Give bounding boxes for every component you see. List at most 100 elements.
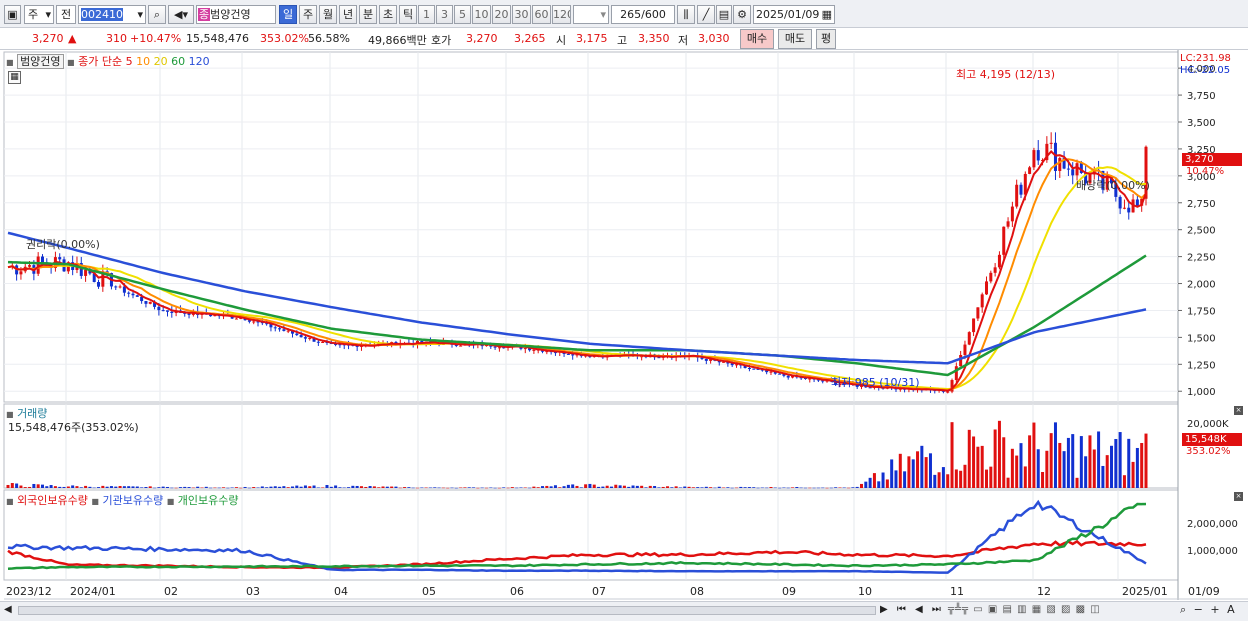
volume-bar	[674, 486, 678, 488]
interval-10[interactable]: 10	[472, 5, 491, 24]
volume-bar	[765, 487, 769, 489]
volume-bar	[747, 487, 751, 488]
y-tick-label: 3,750	[1187, 91, 1216, 102]
volume-bar	[1114, 439, 1118, 488]
candle-body	[303, 337, 307, 339]
speaker-icon[interactable]: ◀▾	[168, 5, 194, 24]
date-field[interactable]: 2025/01/09 ▦	[753, 5, 835, 24]
custom-interval-select[interactable]: ▾	[573, 5, 609, 24]
volume-bar	[657, 487, 661, 488]
period-tick[interactable]: 틱	[399, 5, 417, 24]
volume-bar	[881, 472, 885, 488]
candle-body	[135, 295, 139, 297]
candle-body	[161, 310, 165, 312]
volume-bar	[1058, 442, 1062, 488]
search-icon[interactable]: ⌕	[148, 5, 166, 24]
volume-bar	[928, 453, 932, 488]
interval-20[interactable]: 20	[492, 5, 511, 24]
volume-bar	[243, 486, 247, 488]
holding-y-tick: 1,000,000	[1187, 546, 1238, 557]
ma10-label: 10	[136, 55, 151, 68]
volume-bar	[700, 487, 704, 488]
market-select[interactable]: 전	[56, 5, 76, 24]
candle-body	[58, 257, 62, 260]
volume-bar	[19, 485, 23, 488]
volume-bar	[519, 487, 523, 488]
x-axis-right-label: 01/09	[1188, 585, 1220, 598]
volume-bar	[411, 487, 415, 489]
volume-bar	[256, 487, 260, 489]
volume-bar	[528, 487, 532, 489]
gear-icon[interactable]: ⚙	[733, 5, 751, 24]
volume-bar	[588, 483, 592, 488]
volume-bar	[834, 487, 838, 488]
volume-bar	[312, 485, 316, 488]
stock-name-field[interactable]: 종범양건영	[196, 5, 276, 24]
period-month[interactable]: 월	[319, 5, 337, 24]
volume-bar	[1041, 471, 1045, 488]
ma5-label: 5	[125, 55, 133, 68]
stock-label[interactable]: 범양건영	[17, 54, 64, 69]
period-second[interactable]: 초	[379, 5, 397, 24]
volume-bar	[153, 487, 157, 489]
avg-button[interactable]: 평	[816, 29, 836, 49]
interval-1[interactable]: 1	[418, 5, 435, 24]
count-field[interactable]: 265/600	[611, 5, 675, 24]
tool-icons[interactable]: ╦╩╦ ▭ ▣ ▤ ▥ ▦ ▧ ▨ ▩ ◫	[948, 604, 1101, 615]
volume-bar	[808, 487, 812, 489]
candle-body	[1010, 206, 1014, 222]
ma-label: 단순	[101, 55, 123, 68]
candle-body	[157, 306, 161, 311]
nav-controls[interactable]: ▶ ⏮ ◀ ⏭	[880, 604, 944, 615]
candle-body	[170, 311, 174, 313]
candle-body	[234, 318, 238, 320]
candle-body	[523, 348, 527, 350]
chevron-down-icon: ▾	[45, 8, 51, 21]
type-select[interactable]: 주 ▾	[24, 5, 54, 24]
interval-3[interactable]: 3	[436, 5, 453, 24]
stock-chart[interactable]: 4,0003,7503,5003,2503,0002,7502,5002,250…	[0, 50, 1248, 621]
period-week[interactable]: 주	[299, 5, 317, 24]
volume-bar	[842, 487, 846, 489]
volume-bar	[325, 484, 329, 488]
sell-button[interactable]: 매도	[778, 29, 812, 49]
zoom-controls[interactable]: ⌕ − + A	[1180, 603, 1237, 617]
volume-bar	[463, 487, 467, 488]
grid-icon[interactable]: ▦	[8, 71, 21, 84]
candle-body	[1127, 207, 1131, 213]
close-icon[interactable]: ×	[1234, 406, 1243, 415]
count-value: 265	[620, 8, 642, 21]
volume-bar	[1084, 456, 1088, 488]
volume-bar	[566, 484, 570, 488]
buy-button[interactable]: 매수	[740, 29, 774, 49]
y-tick-label: 2,750	[1187, 199, 1216, 210]
period-day[interactable]: 일	[279, 5, 297, 24]
save-icon[interactable]: ▤	[716, 5, 732, 24]
close-icon[interactable]: ×	[1234, 492, 1243, 501]
interval-5[interactable]: 5	[454, 5, 471, 24]
volume-bar	[1079, 436, 1083, 488]
code-input[interactable]: 002410 ▾	[78, 5, 146, 24]
volume-bar	[260, 486, 264, 488]
line-tool-icon[interactable]: ╱	[697, 5, 715, 24]
candle-icon[interactable]: ⫼	[677, 5, 695, 24]
interval-30[interactable]: 30	[512, 5, 531, 24]
x-axis-label: 07	[592, 585, 606, 598]
volume-bar	[575, 485, 579, 488]
volume-bar	[88, 486, 92, 488]
interval-60[interactable]: 60	[532, 5, 551, 24]
volume-bar	[855, 486, 859, 488]
window-icon[interactable]: ▣	[4, 5, 21, 24]
volume-bar	[734, 487, 738, 489]
close-label: 종가	[78, 55, 99, 68]
scroll-left-icon[interactable]: ◀	[4, 604, 16, 615]
period-year[interactable]: 년	[339, 5, 357, 24]
interval-120[interactable]: 120	[552, 5, 571, 24]
volume-bar	[920, 445, 924, 488]
volume-bar	[1066, 437, 1070, 488]
volume-bar	[416, 487, 420, 489]
volume-bar	[157, 487, 161, 488]
period-minute[interactable]: 분	[359, 5, 377, 24]
scrollbar-track[interactable]	[18, 606, 876, 615]
volume-bar	[58, 486, 62, 488]
